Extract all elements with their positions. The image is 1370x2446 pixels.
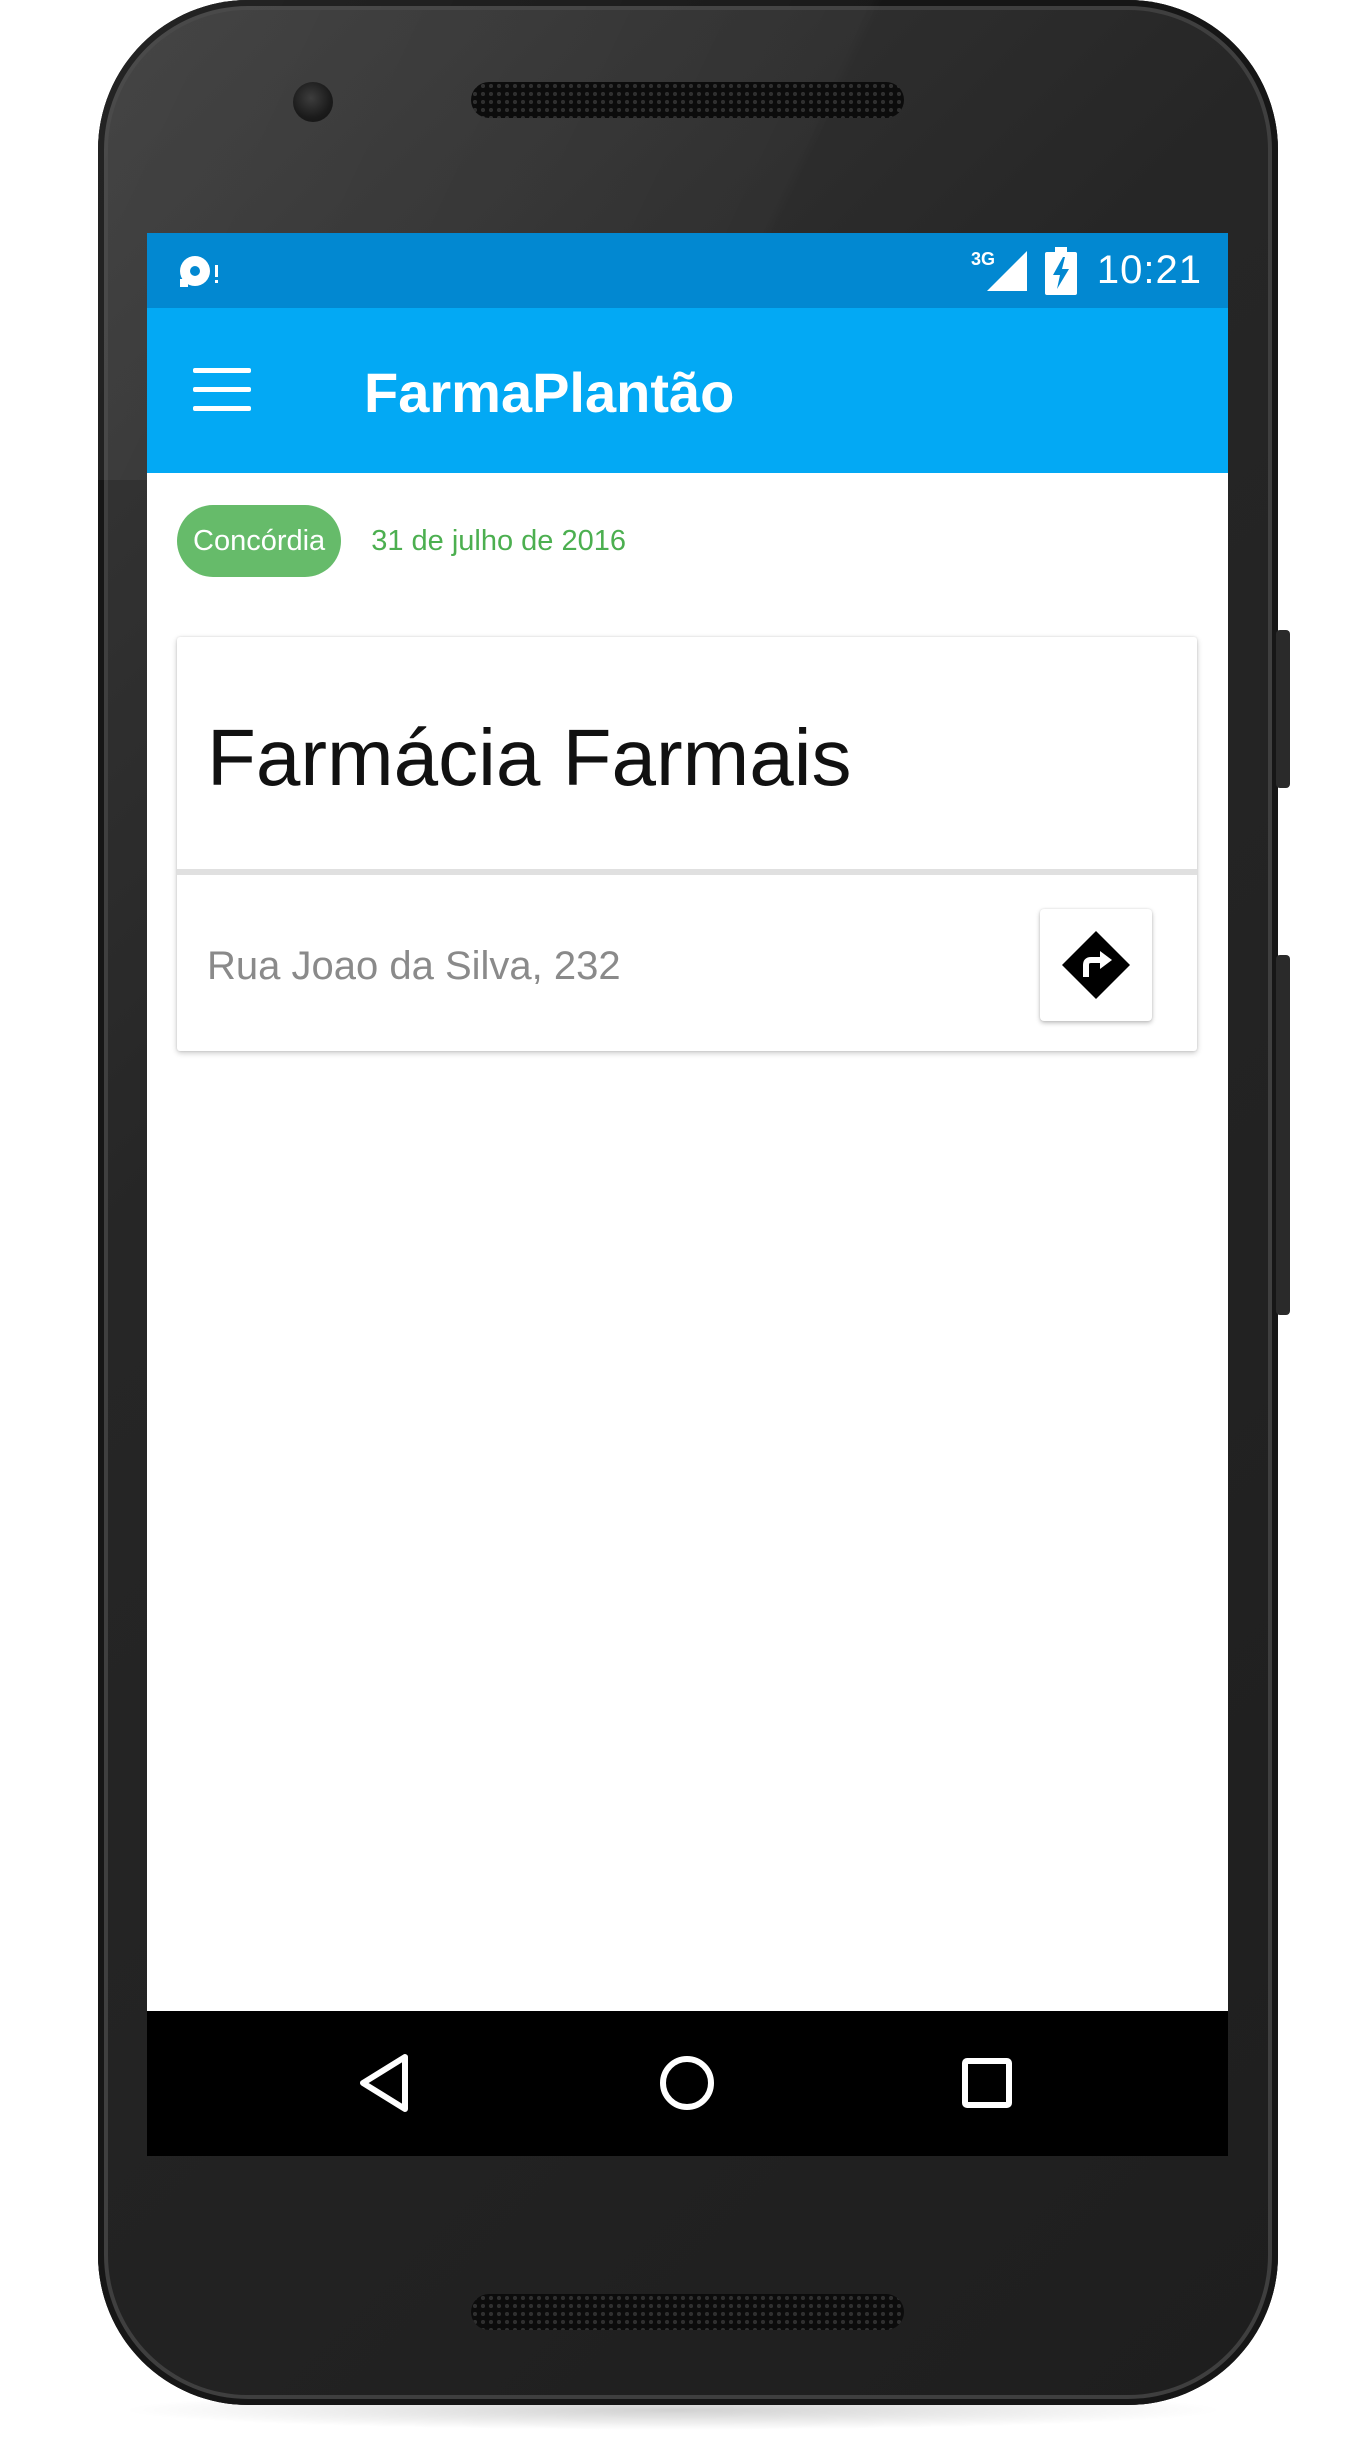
home-icon[interactable] (651, 2047, 723, 2119)
notification-icon (180, 256, 218, 287)
pharmacy-card[interactable]: Farmácia Farmais Rua Joao da Silva, 232 (177, 637, 1197, 1051)
pharmacy-name: Farmácia Farmais (207, 713, 852, 802)
filter-row: Concórdia 31 de julho de 2016 (177, 505, 626, 577)
status-bar: 3G 10:21 (147, 233, 1228, 308)
top-speaker (471, 82, 904, 118)
network-type-label: 3G (971, 249, 995, 269)
pharmacy-address: Rua Joao da Silva, 232 (207, 944, 621, 988)
volume-button (1276, 955, 1290, 1315)
navigation-bar (147, 2011, 1228, 2156)
back-icon[interactable] (349, 2047, 421, 2119)
card-divider (177, 869, 1197, 875)
recents-icon[interactable] (951, 2047, 1023, 2119)
screen: 3G 10:21 FarmaPlantão Concórdia 31 de ju… (147, 233, 1228, 2156)
battery-charging-icon (1044, 246, 1077, 295)
city-chip[interactable]: Concórdia (177, 505, 342, 577)
app-title: FarmaPlantão (364, 361, 735, 424)
signal-3g-icon: 3G (971, 249, 1027, 291)
front-camera (293, 82, 333, 122)
date-label: 31 de julho de 2016 (371, 524, 626, 557)
status-icons: 3G 10:21 (971, 233, 1202, 308)
power-button (1276, 630, 1290, 788)
directions-icon (1062, 931, 1130, 999)
app-bar: FarmaPlantão (147, 308, 1228, 473)
bottom-speaker (471, 2294, 904, 2330)
status-time: 10:21 (1096, 248, 1202, 292)
menu-button[interactable] (193, 368, 253, 414)
directions-button[interactable] (1040, 909, 1152, 1021)
